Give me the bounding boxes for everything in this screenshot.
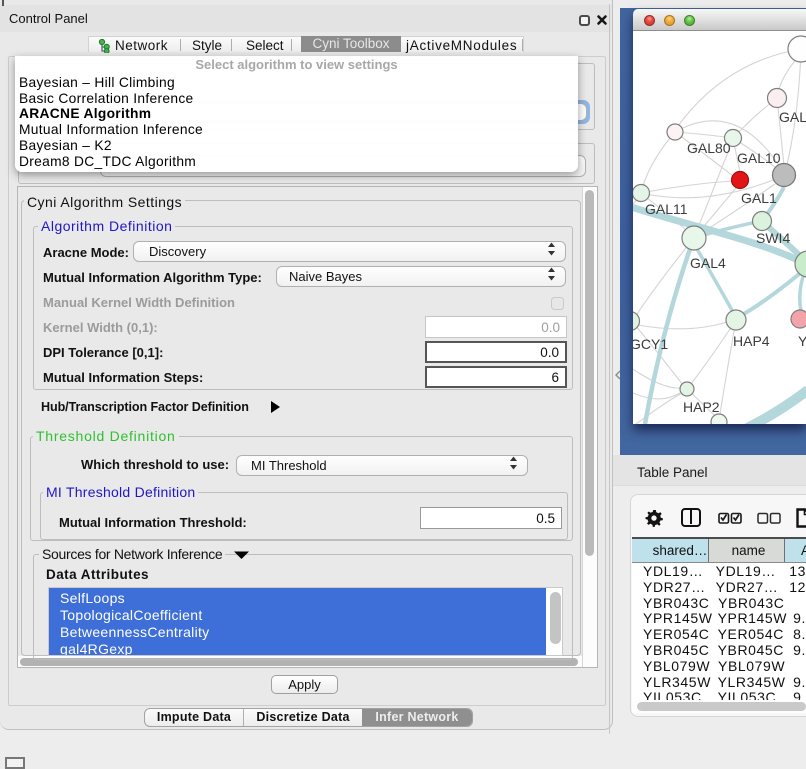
svg-text:GAL80: GAL80 bbox=[687, 140, 731, 156]
svg-text:GAL7: GAL7 bbox=[779, 109, 806, 125]
svg-text:GAL11: GAL11 bbox=[645, 201, 688, 217]
svg-text:SWI4: SWI4 bbox=[756, 230, 790, 246]
svg-text:GAL1: GAL1 bbox=[741, 190, 777, 206]
svg-text:GAL10: GAL10 bbox=[737, 150, 781, 166]
svg-text:HAP2: HAP2 bbox=[683, 399, 720, 415]
svg-text:GAL4: GAL4 bbox=[690, 255, 726, 271]
svg-text:YM: YM bbox=[798, 333, 806, 349]
svg-text:HAP4: HAP4 bbox=[733, 333, 770, 349]
svg-text:GCY1: GCY1 bbox=[633, 336, 668, 352]
